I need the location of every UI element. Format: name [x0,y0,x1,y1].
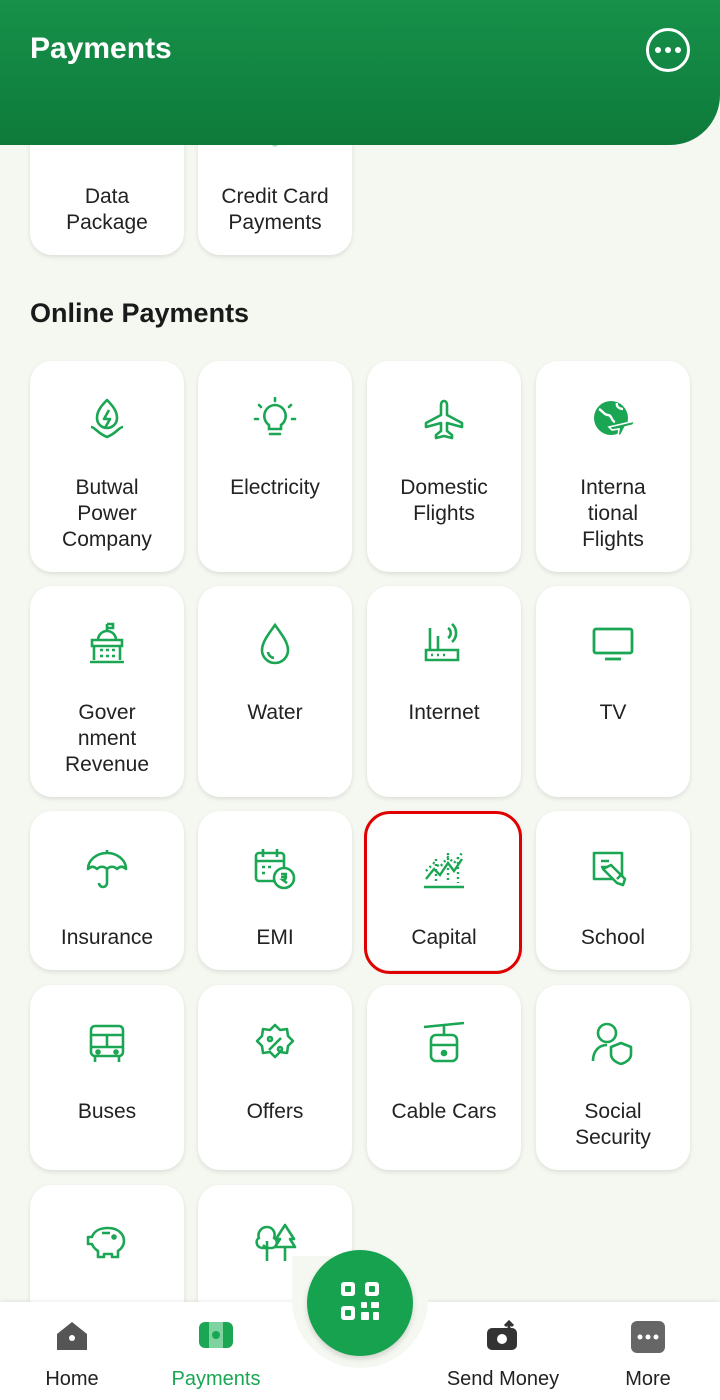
power-company-icon [30,397,184,441]
tile-emi[interactable]: EMI [198,811,352,970]
tile-government-revenue[interactable]: Gover nment Revenue [30,586,184,797]
tile-buses[interactable]: Buses [30,985,184,1170]
person-shield-icon [536,1021,690,1065]
cable-car-icon [367,1021,521,1065]
more-options-button[interactable] [646,28,690,72]
page-title: Payments [30,32,172,65]
tile-label: Cable Cars [391,1100,497,1123]
home-icon [22,1320,122,1352]
more-options-icon [655,47,661,53]
tile-label: Gover nment Revenue [64,701,150,776]
bus-icon [30,1023,184,1065]
tile-international-flights[interactable]: Interna tional Flights [536,361,690,572]
tile-social-security[interactable]: Social Security [536,985,690,1170]
airplane-icon [367,399,521,441]
tile-label: Water [247,701,303,724]
tile-label: Interna tional Flights [580,476,646,551]
stock-chart-icon [367,847,521,891]
scan-qr-button[interactable] [307,1250,413,1356]
nav-home[interactable]: Home [22,1302,122,1400]
router-icon [367,622,521,666]
globe-plane-icon [536,397,690,439]
tile-school[interactable]: School [536,811,690,970]
tile-butwal-power-company[interactable]: Butwal Power Company [30,361,184,572]
tile-label: EMI [256,926,294,949]
nav-label: More [625,1368,671,1390]
tile-water[interactable]: Water [198,586,352,797]
tile-offers[interactable]: Offers [198,985,352,1170]
tile-label: Buses [77,1100,137,1123]
tile-cable-cars[interactable]: Cable Cars [367,985,521,1170]
nav-label: Payments [171,1368,261,1390]
discount-badge-icon [198,1023,352,1065]
nav-label: Send Money [446,1368,560,1390]
bulb-icon [198,397,352,441]
section-title: Online Payments [30,298,250,328]
nav-payments[interactable]: Payments [160,1302,272,1400]
umbrella-icon [30,847,184,891]
tile-label: Credit Card Payments [221,185,329,234]
tile-label: Electricity [230,476,320,499]
more-icon [598,1320,698,1354]
tile-domestic-flights[interactable]: Domestic Flights [367,361,521,572]
tile-label: Butwal Power Company [62,476,152,551]
government-building-icon [30,622,184,666]
tile-label: Capital [411,926,477,949]
nav-send-money[interactable]: Send Money [438,1302,568,1400]
tile-label: TV [599,701,627,724]
piggy-bank-icon [30,1223,184,1263]
qr-scan-icon [339,1280,381,1327]
nav-label: Home [45,1368,99,1390]
nav-more[interactable]: More [598,1302,698,1400]
tile-label: Internet [408,701,480,724]
tile-label: Domestic Flights [400,476,488,525]
tile-insurance[interactable]: Insurance [30,811,184,970]
water-drop-icon [198,622,352,666]
tile-label: Offers [246,1100,304,1123]
calendar-money-icon [198,847,352,891]
tile-electricity[interactable]: Electricity [198,361,352,572]
tile-internet[interactable]: Internet [367,586,521,797]
payments-icon [160,1320,272,1350]
app-header: Payments [0,0,720,145]
tile-label: Social Security [575,1100,651,1149]
book-pencil-icon [536,847,690,891]
send-money-icon [438,1320,568,1352]
tile-tv[interactable]: TV [536,586,690,797]
tile-label: Insurance [60,926,154,949]
tile-label: Data Package [66,185,148,234]
tile-label: School [580,926,646,949]
tv-icon [536,626,690,662]
tile-capital[interactable]: Capital [367,811,521,970]
